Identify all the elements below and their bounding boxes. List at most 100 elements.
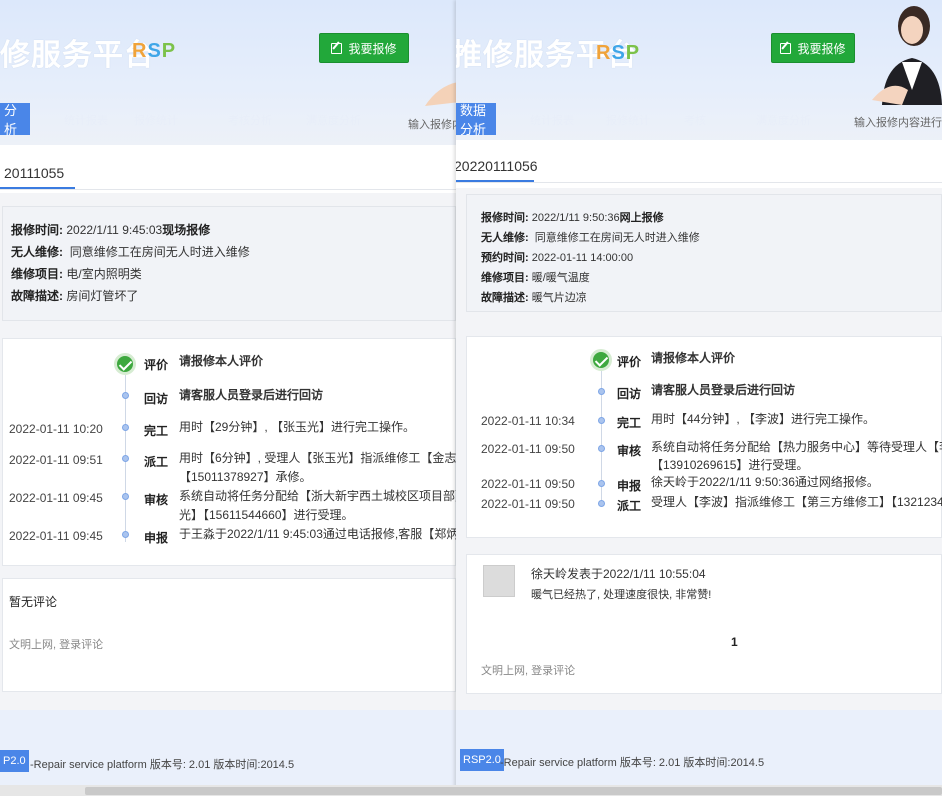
- nav-item-1[interactable]: 统计报表: [64, 112, 108, 128]
- timeline-action: 派工: [617, 499, 642, 513]
- right-screenshot: 推修服务平台 RSP 我要报修 数据分析 统计报表 报修统计 考核 满意度分析 …: [456, 0, 942, 796]
- info-item: 维修项目: 暖/暖气温度: [481, 272, 590, 284]
- timeline-action: 审核: [617, 444, 642, 458]
- timeline-dot: [122, 531, 129, 538]
- timeline-desc: 受理人【李波】指派维修工【第三方维修工】【13212345678】承: [651, 495, 942, 509]
- edit-icon: [780, 42, 792, 54]
- nav-bar: 数据分析 统计报表 报修统计 考核 满意度分析 输入报修内容进行检: [456, 103, 942, 137]
- footer-text: -Repair service platform 版本号: 2.01 版本时间:…: [500, 757, 765, 769]
- order-id[interactable]: 20220111056: [456, 158, 538, 174]
- nav-item-3[interactable]: 考核分析: [228, 112, 272, 128]
- edit-icon: [331, 42, 343, 54]
- info-appointment: 预约时间: 2022-01-11 14:00:00: [481, 252, 634, 264]
- timeline-desc: 请客服人员登录后进行回访: [179, 388, 324, 402]
- order-id[interactable]: 20111055: [4, 165, 64, 181]
- pagination-page[interactable]: 1: [731, 635, 738, 649]
- timeline-desc: 徐天岭于2022/1/11 9:50:36通过网络报修。: [651, 475, 879, 489]
- timeline-time: 2022-01-11 09:51: [9, 453, 103, 467]
- timeline-dot: [122, 455, 129, 462]
- footer-text: -Repair service platform 版本号: 2.01 版本时间:…: [30, 759, 295, 771]
- order-tab: 20111055: [0, 145, 458, 193]
- timeline-desc: 系统自动将任务分配给【热力服务中心】等待受理人【李波】: [651, 440, 942, 454]
- timeline-action: 审核: [144, 493, 169, 507]
- timeline-desc: 于王淼于2022/1/11 9:45:03通过电话报修,客服【郑炳焱: [179, 527, 458, 541]
- check-icon: [114, 353, 136, 375]
- version-tag: P2.0: [0, 750, 29, 772]
- timeline-action: 评价: [144, 358, 169, 372]
- report-repair-button[interactable]: 我要报修: [771, 33, 855, 63]
- timeline-desc: 请报修本人评价: [651, 351, 736, 365]
- nav-item-analysis[interactable]: 分析: [0, 103, 30, 137]
- timeline-dot: [598, 388, 605, 395]
- customer-service-avatar-icon: [872, 6, 942, 105]
- timeline-dot: [122, 424, 129, 431]
- repair-info-box: 报修时间: 2022/1/11 9:45:03现场报修 无人维修: 同意维修工在…: [2, 206, 456, 321]
- scrollbar-thumb[interactable]: [85, 787, 942, 795]
- timeline-desc: 用时【44分钟】, 【李波】进行完工操作。: [651, 412, 876, 426]
- no-comment-text: 暂无评论: [9, 595, 58, 609]
- nav-item-1[interactable]: 统计报表: [530, 112, 574, 128]
- timeline-card: 评价 请报修本人评价 回访 请客服人员登录后进行回访 2022-01-11 10…: [2, 338, 458, 566]
- horizontal-scrollbar[interactable]: [0, 785, 942, 796]
- timeline-action: 回访: [617, 387, 642, 401]
- timeline-desc: 请报修本人评价: [179, 354, 264, 368]
- info-fault: 故障描述: 暖气片边凉: [481, 292, 587, 304]
- timeline-time: 2022-01-11 09:50: [481, 442, 575, 456]
- timeline-action: 评价: [617, 355, 642, 369]
- login-comment-link[interactable]: 文明上网, 登录评论: [9, 636, 103, 652]
- info-item: 维修项目: 电/室内照明类: [11, 267, 142, 281]
- timeline-time: 2022-01-11 09:45: [9, 529, 103, 543]
- comment-text: 暖气已经热了, 处理速度很快, 非常赞!: [531, 589, 712, 601]
- timeline-dot: [122, 392, 129, 399]
- timeline-time: 2022-01-11 09:50: [481, 497, 575, 511]
- nav-item-2[interactable]: 报修统计: [606, 112, 650, 128]
- comment-card: 暂无评论 文明上网, 登录评论: [2, 578, 456, 692]
- timeline-desc: 用时【6分钟】, 受理人【张玉光】指派维修工【金志德】: [179, 451, 458, 465]
- comment-card: 徐天岭发表于2022/1/11 10:55:04 暖气已经热了, 处理速度很快,…: [466, 554, 942, 694]
- comment-author: 徐天岭发表于2022/1/11 10:55:04: [531, 567, 706, 581]
- timeline-dot: [122, 493, 129, 500]
- timeline-desc: 用时【29分钟】, 【张玉光】进行完工操作。: [179, 420, 416, 434]
- report-repair-button[interactable]: 我要报修: [319, 33, 409, 63]
- nav-item-4[interactable]: 满意度分析: [756, 112, 811, 128]
- order-tab: 20220111056: [456, 140, 942, 188]
- timeline-action: 申报: [144, 531, 169, 545]
- info-fault: 故障描述: 房间灯管坏了: [11, 289, 139, 303]
- timeline-card: 评价 请报修本人评价 回访 请客服人员登录后进行回访 2022-01-11 10…: [466, 336, 942, 538]
- search-input[interactable]: 输入报修内: [408, 116, 458, 132]
- footer: RSP2.0 -Repair service platform 版本号: 2.0…: [456, 710, 942, 790]
- timeline-action: 申报: [617, 479, 642, 493]
- timeline-time: 2022-01-11 10:20: [9, 422, 103, 436]
- timeline-dot: [598, 445, 605, 452]
- timeline-dot: [598, 500, 605, 507]
- timeline-action: 完工: [617, 416, 642, 430]
- nav-item-4[interactable]: 满意度分析: [306, 112, 361, 128]
- timeline-action: 派工: [144, 455, 169, 469]
- timeline-desc-cont: 【15011378927】承修。: [179, 470, 312, 484]
- timeline-dot: [598, 417, 605, 424]
- repair-info-box: 报修时间: 2022/1/11 9:50:36网上报修 无人维修: 同意维修工在…: [466, 194, 942, 312]
- timeline-desc: 系统自动将任务分配给【浙大新宇西土城校区项目部】等: [179, 489, 458, 503]
- search-input[interactable]: 输入报修内容进行检: [854, 114, 942, 130]
- info-unattended: 无人维修: 同意维修工在房间无人时进入维修: [481, 232, 700, 244]
- timeline-time: 2022-01-11 09:50: [481, 477, 575, 491]
- nav-item-data-analysis[interactable]: 数据分析: [456, 103, 496, 137]
- timeline-dot: [598, 480, 605, 487]
- timeline-time: 2022-01-11 09:45: [9, 491, 103, 505]
- info-repair-time: 报修时间: 2022/1/11 9:45:03现场报修: [11, 223, 211, 237]
- timeline-action: 回访: [144, 392, 169, 406]
- nav-bar: 分析 统计报表 报修统计 考核分析 满意度分析 输入报修内: [0, 103, 458, 137]
- timeline-action: 完工: [144, 424, 169, 438]
- footer: P2.0 -Repair service platform 版本号: 2.01 …: [0, 710, 458, 790]
- rsp-logo: RSP: [596, 42, 641, 64]
- nav-item-2[interactable]: 报修统计: [134, 112, 178, 128]
- timeline-time: 2022-01-11 10:34: [481, 414, 575, 428]
- info-repair-time: 报修时间: 2022/1/11 9:50:36网上报修: [481, 212, 664, 224]
- rsp-logo: RSP: [132, 40, 177, 62]
- timeline-desc: 请客服人员登录后进行回访: [651, 383, 796, 397]
- check-icon: [590, 349, 612, 371]
- info-unattended: 无人维修: 同意维修工在房间无人时进入维修: [11, 245, 250, 259]
- commenter-avatar: [483, 565, 515, 597]
- login-comment-link[interactable]: 文明上网, 登录评论: [481, 662, 575, 678]
- nav-item-3[interactable]: 考核: [684, 112, 706, 128]
